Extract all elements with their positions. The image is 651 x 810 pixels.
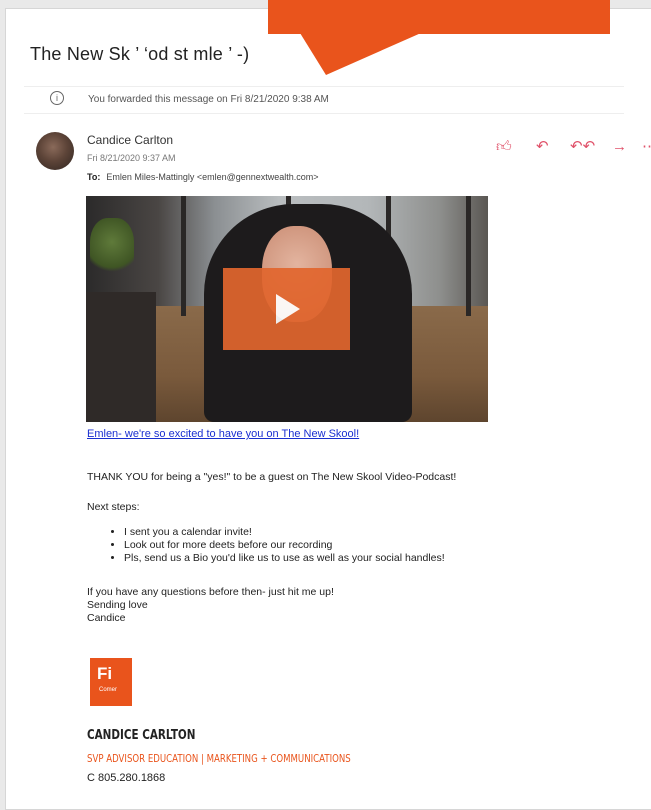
list-item: I sent you a calendar invite! <box>124 526 445 539</box>
video-table <box>86 292 156 422</box>
logo-subtext: Comer <box>99 687 118 693</box>
forward-icon[interactable]: → <box>612 138 627 156</box>
recipient-line: To: Emlen Miles-Mattingly <emlen@gennextw… <box>87 172 319 182</box>
callout-pointer <box>300 33 421 75</box>
sign-off: Sending love <box>87 599 148 611</box>
thanks-paragraph: THANK YOU for being a "yes!" to be a gue… <box>87 471 457 483</box>
video-window-frame <box>181 196 186 316</box>
play-icon[interactable] <box>223 268 350 350</box>
more-icon[interactable]: ⋯ <box>642 138 651 156</box>
video-window-frame <box>466 196 471 316</box>
video-thumbnail[interactable] <box>86 196 488 422</box>
sender-name[interactable]: Candice Carlton <box>87 133 173 147</box>
list-item: Pls, send us a Bio you'd like us to use … <box>124 552 445 565</box>
next-steps-heading: Next steps: <box>87 501 140 513</box>
recipient-address[interactable]: Emlen Miles-Mattingly <emlen@gennextweal… <box>106 172 318 182</box>
like-icon[interactable]: 👍︎ <box>496 138 512 156</box>
forward-notice: You forwarded this message on Fri 8/21/2… <box>88 94 329 105</box>
video-link[interactable]: Emlen- we're so excited to have you on T… <box>87 428 359 440</box>
closing-line: If you have any questions before then- j… <box>87 586 334 598</box>
sign-name: Candice <box>87 612 126 624</box>
sent-date: Fri 8/21/2020 9:37 AM <box>87 153 176 163</box>
logo-text: Fi <box>97 664 113 683</box>
company-logo: Fi Comer <box>90 658 132 706</box>
list-item: Look out for more deets before our recor… <box>124 539 445 552</box>
next-steps-list: I sent you a calendar invite! Look out f… <box>112 526 445 565</box>
reply-icon[interactable]: ↶ <box>536 138 549 156</box>
info-icon: i <box>50 91 64 105</box>
signature-name: CANDICE CARLTON <box>87 728 196 743</box>
video-plant <box>90 218 134 278</box>
signature-phone: C 805.280.1868 <box>87 772 166 784</box>
to-label: To: <box>87 172 101 182</box>
signature-title: SVP ADVISOR EDUCATION | MARKETING + COMM… <box>87 752 351 765</box>
reply-all-icon[interactable]: ↶↶ <box>570 138 595 156</box>
callout-banner <box>268 0 610 34</box>
email-subject: The New Sk ’ ‘od st mle ’ -) <box>30 44 250 64</box>
sender-avatar[interactable] <box>36 132 74 170</box>
